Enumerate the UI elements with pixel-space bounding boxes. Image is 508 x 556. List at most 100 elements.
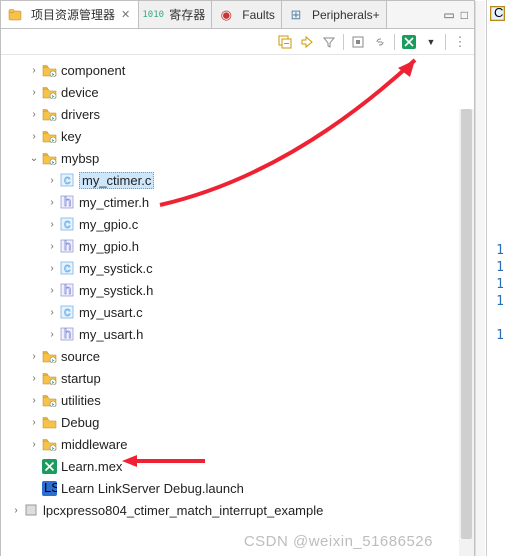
twisty-icon[interactable]: ›: [45, 307, 59, 318]
node-icon: c: [59, 304, 75, 320]
twisty-icon[interactable]: ›: [45, 263, 59, 274]
svg-text:h: h: [64, 239, 71, 253]
node-icon: [41, 150, 57, 166]
close-icon[interactable]: ✕: [119, 8, 132, 21]
folder-middleware[interactable]: › middleware: [1, 433, 474, 455]
twisty-icon[interactable]: ›: [45, 197, 59, 208]
view-controls: ▭ □: [443, 8, 474, 22]
twisty-icon[interactable]: ›: [27, 395, 41, 406]
twisty-icon[interactable]: ›: [27, 65, 41, 76]
twisty-icon[interactable]: ›: [27, 351, 41, 362]
node-label: Learn.mex: [61, 459, 122, 474]
folder-source[interactable]: › source: [1, 345, 474, 367]
node-label: my_gpio.h: [79, 239, 139, 254]
file-my_ctimer-h[interactable]: › h my_ctimer.h: [1, 191, 474, 213]
file-my_usart-c[interactable]: › c my_usart.c: [1, 301, 474, 323]
twisty-icon[interactable]: ›: [45, 219, 59, 230]
vertical-scrollbar[interactable]: [459, 109, 474, 556]
twisty-icon[interactable]: ›: [45, 285, 59, 296]
file-Learn-mex[interactable]: Learn.mex: [1, 455, 474, 477]
focus-icon[interactable]: [348, 32, 368, 52]
twisty-icon[interactable]: ›: [45, 241, 59, 252]
line-numbers: 1111 1: [496, 242, 504, 344]
file-my_systick-h[interactable]: › h my_systick.h: [1, 279, 474, 301]
node-label: my_ctimer.c: [79, 172, 154, 189]
project-explorer-panel: 项目资源管理器 ✕ 1010 寄存器 ◉ Faults ⊞ Peripheral…: [0, 0, 475, 556]
twisty-icon[interactable]: ⌄: [27, 153, 41, 164]
file-my_usart-h[interactable]: › h my_usart.h: [1, 323, 474, 345]
node-label: key: [61, 129, 81, 144]
folder-component[interactable]: › component: [1, 59, 474, 81]
node-label: my_usart.h: [79, 327, 143, 342]
node-label: my_usart.c: [79, 305, 143, 320]
node-label: source: [61, 349, 100, 364]
node-icon: [41, 392, 57, 408]
editor-gutter: C 1111 1: [486, 0, 508, 556]
folder-mybsp[interactable]: ⌄ mybsp: [1, 147, 474, 169]
link-icon[interactable]: [370, 32, 390, 52]
dropdown-arrow-icon[interactable]: ▼: [421, 32, 441, 52]
tab-faults[interactable]: ◉ Faults: [212, 1, 282, 28]
svg-text:h: h: [64, 195, 71, 209]
node-label: middleware: [61, 437, 127, 452]
twisty-icon[interactable]: ›: [45, 329, 59, 340]
twisty-icon[interactable]: ›: [27, 373, 41, 384]
folder-utilities[interactable]: › utilities: [1, 389, 474, 411]
file-my_systick-c[interactable]: › c my_systick.c: [1, 257, 474, 279]
twisty-icon[interactable]: ›: [27, 131, 41, 142]
minimize-icon[interactable]: ▭: [443, 8, 454, 22]
svg-text:h: h: [64, 283, 71, 297]
filter-icon[interactable]: [319, 32, 339, 52]
tab-registers[interactable]: 1010 寄存器: [139, 1, 212, 28]
node-label: my_ctimer.h: [79, 195, 149, 210]
project-lpcxpresso804[interactable]: › lpcxpresso804_ctimer_match_interrupt_e…: [1, 499, 474, 521]
folder-drivers[interactable]: › drivers: [1, 103, 474, 125]
project-tree[interactable]: › component › device › drivers › key ⌄ m…: [1, 55, 474, 556]
tab-project-explorer[interactable]: 项目资源管理器 ✕: [1, 1, 139, 28]
twisty-icon[interactable]: ›: [27, 439, 41, 450]
faults-icon: ◉: [218, 7, 234, 23]
node-label: my_gpio.c: [79, 217, 138, 232]
twisty-icon[interactable]: ›: [27, 87, 41, 98]
folder-device[interactable]: › device: [1, 81, 474, 103]
file-my_gpio-c[interactable]: › c my_gpio.c: [1, 213, 474, 235]
twisty-icon[interactable]: ›: [27, 109, 41, 120]
maximize-icon[interactable]: □: [461, 8, 468, 22]
svg-text:c: c: [64, 217, 71, 231]
node-label: lpcxpresso804_ctimer_match_interrupt_exa…: [43, 503, 323, 518]
folder-Debug[interactable]: › Debug: [1, 411, 474, 433]
node-icon: [41, 436, 57, 452]
file-Learn-LinkServer-Debug-launch[interactable]: LS Learn LinkServer Debug.launch: [1, 477, 474, 499]
file-my_ctimer-c[interactable]: › c my_ctimer.c: [1, 169, 474, 191]
node-icon: [41, 348, 57, 364]
node-icon: h: [59, 282, 75, 298]
tab-label: 项目资源管理器: [31, 6, 115, 23]
node-icon: h: [59, 194, 75, 210]
folder-startup[interactable]: › startup: [1, 367, 474, 389]
twisty-icon[interactable]: ›: [27, 417, 41, 428]
peripherals-icon: ⊞: [288, 7, 304, 23]
scrollbar-thumb[interactable]: [461, 109, 472, 539]
file-my_gpio-h[interactable]: › h my_gpio.h: [1, 235, 474, 257]
registers-icon: 1010: [145, 7, 161, 23]
view-menu-icon[interactable]: ⋮: [450, 32, 470, 52]
node-icon: LS: [41, 480, 57, 496]
node-icon: [41, 370, 57, 386]
collapse-all-icon[interactable]: [275, 32, 295, 52]
node-icon: h: [59, 326, 75, 342]
twisty-icon[interactable]: ›: [9, 505, 23, 516]
node-label: mybsp: [61, 151, 99, 166]
gutter-c-icon[interactable]: C: [490, 6, 505, 21]
node-icon: [41, 128, 57, 144]
tab-peripherals[interactable]: ⊞ Peripherals+: [282, 1, 387, 28]
node-label: Debug: [61, 415, 99, 430]
link-editor-icon[interactable]: [297, 32, 317, 52]
svg-text:LS: LS: [44, 481, 57, 495]
svg-text:c: c: [64, 173, 71, 187]
folder-key[interactable]: › key: [1, 125, 474, 147]
mex-tool-icon[interactable]: [399, 32, 419, 52]
node-icon: [41, 414, 57, 430]
twisty-icon[interactable]: ›: [45, 175, 59, 186]
svg-text:C: C: [494, 7, 503, 20]
right-separator[interactable]: [475, 1, 485, 556]
